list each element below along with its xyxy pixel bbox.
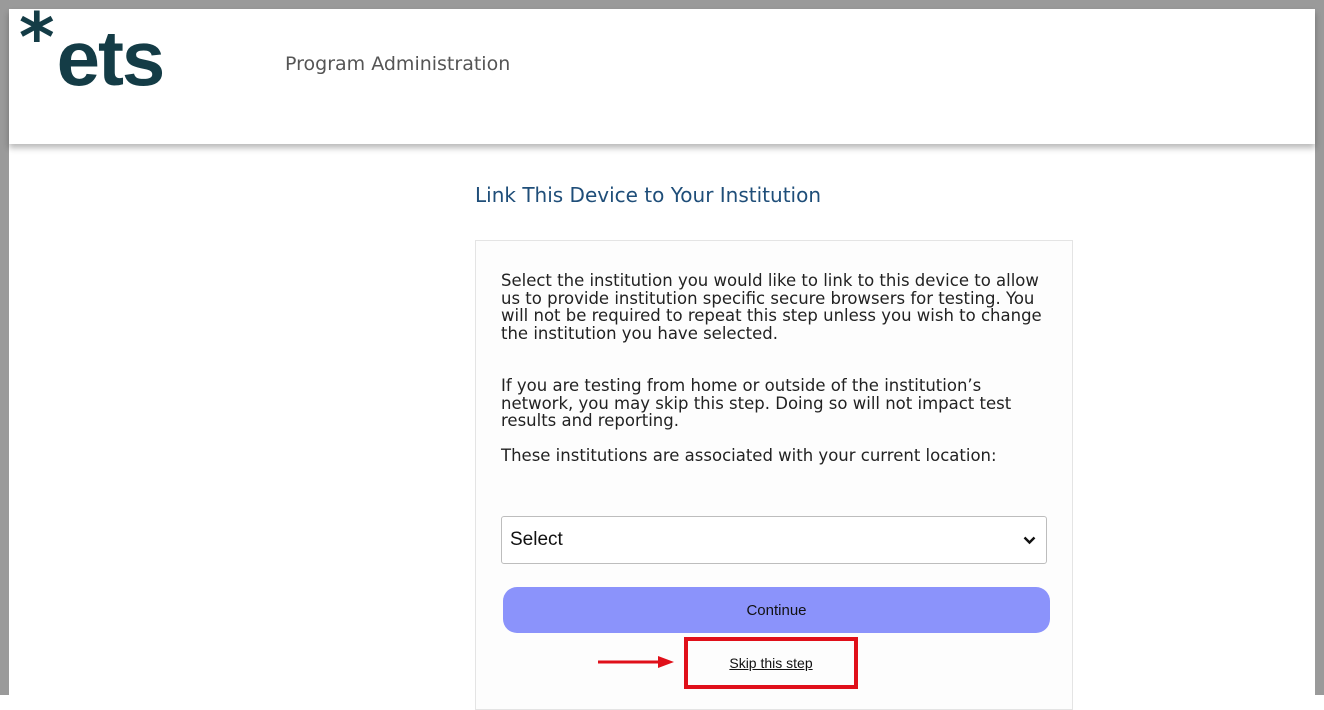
skip-step-link[interactable]: Skip this step <box>729 655 812 671</box>
arrow-right-icon <box>598 656 674 668</box>
ets-logo[interactable]: * ets <box>19 5 166 102</box>
program-title: Program Administration <box>285 53 511 75</box>
skip-info-paragraph: If you are testing from home or outside … <box>501 376 1012 430</box>
link-device-card: Select the institution you would like to… <box>475 240 1073 710</box>
browser-frame: * ets Program Administration Link This D… <box>0 0 1324 710</box>
logo-text: ets <box>56 14 166 102</box>
page-title: Link This Device to Your Institution <box>475 183 822 207</box>
continue-button[interactable]: Continue <box>503 587 1050 633</box>
logo-asterisk-icon: * <box>19 0 55 78</box>
institutions-label: These institutions are associated with y… <box>501 446 997 465</box>
instructions-paragraph: Select the institution you would like to… <box>501 271 1042 343</box>
institution-select[interactable]: Select <box>501 516 1047 564</box>
skip-highlight-box: Skip this step <box>684 637 858 689</box>
institution-select-value: Select <box>510 529 563 550</box>
chevron-down-icon <box>1023 532 1036 548</box>
header: * ets Program Administration <box>9 5 1315 144</box>
